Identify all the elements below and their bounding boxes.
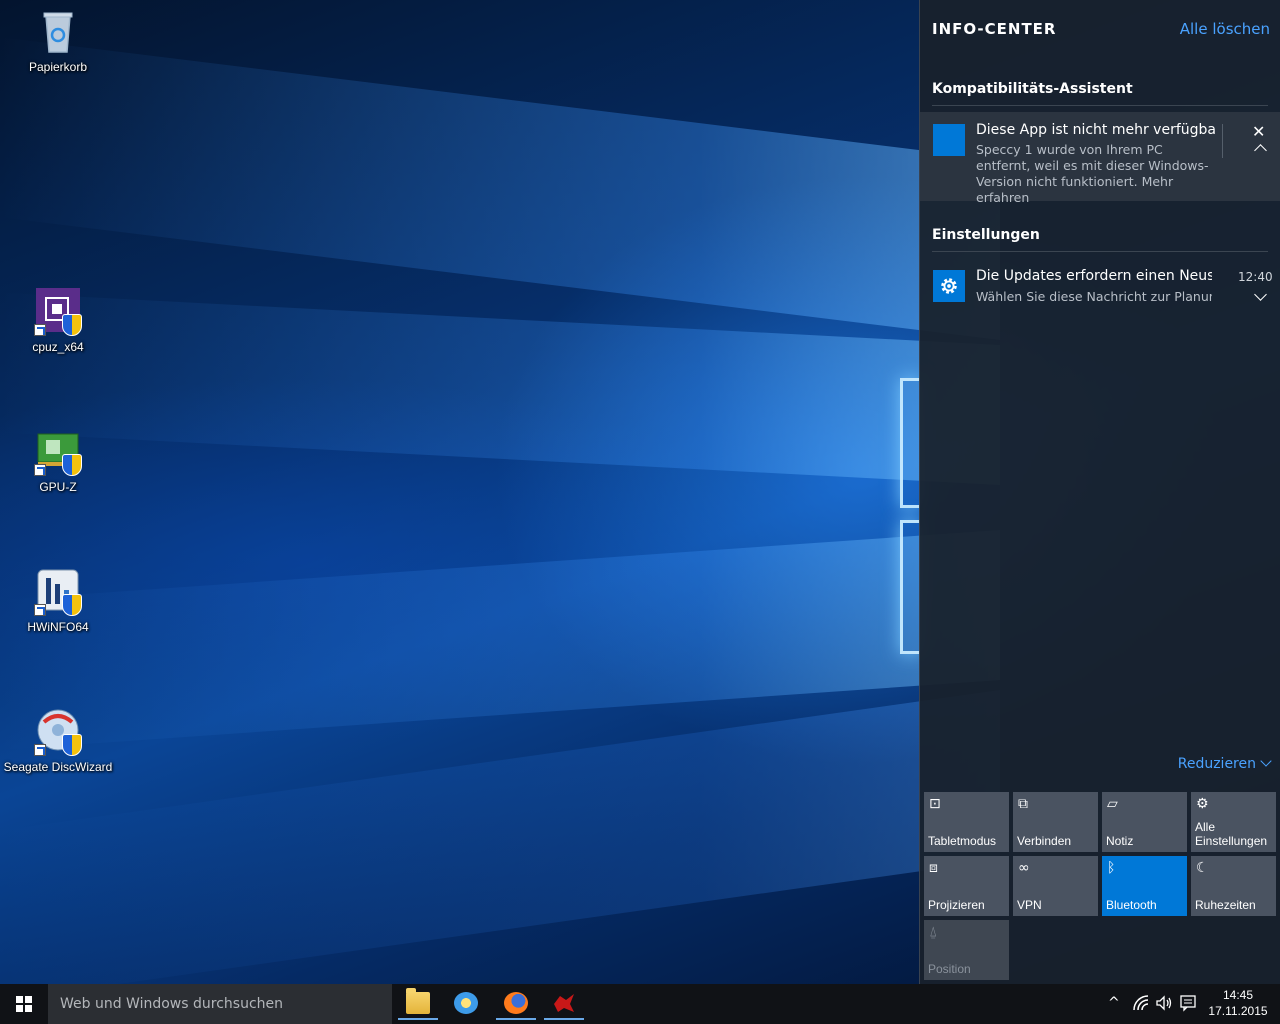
settings-gear-icon: ⚙ (1196, 796, 1209, 812)
windows-logo-edge (900, 378, 920, 508)
shortcut-arrow-icon (34, 324, 46, 336)
action-center-header: INFO-CENTER Alle löschen (932, 20, 1272, 40)
desktop-icon-hwinfo[interactable]: HWiNFO64 (0, 568, 116, 634)
taskbar-app-file-explorer[interactable] (398, 988, 438, 1020)
search-box[interactable]: Web und Windows durchsuchen (48, 984, 392, 1024)
taskbar-clock[interactable]: 14:45 17.11.2015 (1204, 987, 1272, 1019)
desktop-icon-discwizard[interactable]: Seagate DiscWizard (0, 708, 116, 774)
bluetooth-icon: ᛒ (1107, 860, 1116, 876)
gpuz-icon (34, 428, 82, 476)
recycle-bin-icon (34, 8, 82, 56)
note-icon: ▱ (1107, 796, 1118, 812)
clock-date: 17.11.2015 (1208, 1004, 1268, 1018)
show-hidden-icons-chevron[interactable]: ^ (1108, 995, 1120, 1024)
uac-shield-icon (62, 734, 82, 756)
quick-action-label: Ruhezeiten (1195, 898, 1256, 912)
taskbar-app-sun[interactable] (446, 988, 486, 1020)
quiet-hours-moon-icon: ☾ (1196, 860, 1209, 876)
notification-title: Die Updates erfordern einen Neustart (976, 268, 1212, 284)
desktop-icon-gpuz[interactable]: GPU-Z (0, 428, 116, 494)
close-icon[interactable]: ✕ (1252, 122, 1265, 141)
quick-action-label: Position (928, 962, 971, 976)
notification-title: Diese App ist nicht mehr verfügbar. (976, 122, 1216, 138)
project-icon: ⧈ (929, 860, 938, 876)
quick-action-bluetooth[interactable]: ᛒ Bluetooth (1102, 856, 1187, 916)
quick-action-all-settings[interactable]: ⚙ Alle Einstellungen (1191, 792, 1276, 852)
uac-shield-icon (62, 594, 82, 616)
volume-icon[interactable] (1155, 994, 1173, 1024)
quick-action-vpn[interactable]: ∞ VPN (1013, 856, 1098, 916)
quick-action-label: Bluetooth (1106, 898, 1157, 912)
app-red-icon (552, 992, 576, 1014)
uac-shield-icon (62, 454, 82, 476)
divider (1222, 124, 1223, 158)
quick-action-location[interactable]: ⍙ Position (924, 920, 1009, 980)
taskbar-app-firefox[interactable] (496, 988, 536, 1020)
desktop-icon-label: cpuz_x64 (32, 340, 84, 354)
action-center-icon[interactable] (1179, 994, 1197, 1024)
settings-gear-icon (933, 270, 965, 302)
uac-shield-icon (62, 314, 82, 336)
quick-action-label: Verbinden (1017, 834, 1072, 848)
notification-group-title[interactable]: Kompatibilitäts-Assistent (932, 81, 1268, 106)
connect-icon: ⧉ (1018, 796, 1028, 812)
taskbar-app-red[interactable] (544, 988, 584, 1020)
app-sun-icon (454, 992, 478, 1014)
quick-action-label: Notiz (1106, 834, 1134, 848)
quick-action-label: Projizieren (928, 898, 985, 912)
windows-logo-edge (900, 520, 920, 654)
notification-group-title[interactable]: Einstellungen (932, 227, 1268, 252)
taskbar: Web und Windows durchsuchen ^ 14:45 17.1… (0, 984, 1280, 1024)
notification-body: Wählen Sie diese Nachricht zur Planung a… (976, 289, 1212, 304)
cpuz-icon (34, 288, 82, 336)
shortcut-arrow-icon (34, 604, 46, 616)
vpn-icon: ∞ (1018, 860, 1030, 876)
quick-action-project[interactable]: ⧈ Projizieren (924, 856, 1009, 916)
shortcut-arrow-icon (34, 744, 46, 756)
desktop-icon-recycle-bin[interactable]: Papierkorb (0, 8, 116, 74)
discwizard-icon (34, 708, 82, 756)
start-button[interactable] (0, 984, 48, 1024)
wallpaper-beam (0, 37, 1000, 340)
desktop-icon-label: HWiNFO64 (27, 620, 89, 634)
location-icon: ⍙ (929, 924, 938, 940)
quick-action-label: VPN (1017, 898, 1042, 912)
collapse-label: Reduzieren (1177, 756, 1256, 772)
windows-logo-icon (16, 996, 32, 1012)
tablet-mode-icon: ⊡ (929, 796, 941, 812)
desktop-icon-cpuz[interactable]: cpuz_x64 (0, 288, 116, 354)
quick-action-note[interactable]: ▱ Notiz (1102, 792, 1187, 852)
quick-action-connect[interactable]: ⧉ Verbinden (1013, 792, 1098, 852)
file-explorer-icon (406, 988, 430, 1014)
shortcut-arrow-icon (34, 464, 46, 476)
notification-app-unavailable[interactable]: Diese App ist nicht mehr verfügbar. Spec… (920, 112, 1280, 205)
desktop-icon-label: Papierkorb (28, 60, 88, 74)
network-icon[interactable] (1132, 994, 1150, 1024)
quick-action-label: Tabletmodus (928, 834, 997, 848)
action-center-panel: INFO-CENTER Alle löschen Kompatibilitäts… (919, 0, 1280, 984)
action-center-title: INFO-CENTER (932, 20, 1057, 38)
notification-updates-restart[interactable]: Die Updates erfordern einen Neustart Wäh… (920, 262, 1280, 312)
notification-time: 12:40 (1238, 270, 1273, 284)
desktop-icon-label: Seagate DiscWizard (3, 760, 113, 774)
desktop-icon-label: GPU-Z (39, 480, 77, 494)
firefox-icon (504, 992, 528, 1014)
chevron-down-icon (1260, 755, 1272, 767)
quick-action-tablet-mode[interactable]: ⊡ Tabletmodus (924, 792, 1009, 852)
quick-action-quiet-hours[interactable]: ☾ Ruhezeiten (1191, 856, 1276, 916)
clear-all-button[interactable]: Alle löschen (1180, 20, 1270, 38)
collapse-button[interactable]: Reduzieren (1177, 755, 1272, 772)
search-placeholder: Web und Windows durchsuchen (60, 996, 284, 1012)
app-tile-icon (933, 124, 965, 156)
hwinfo-icon (34, 568, 82, 616)
notification-body: Speccy 1 wurde von Ihrem PC entfernt, we… (976, 142, 1209, 205)
clock-time: 14:45 (1222, 988, 1254, 1002)
quick-action-label: Alle Einstellungen (1195, 820, 1268, 848)
